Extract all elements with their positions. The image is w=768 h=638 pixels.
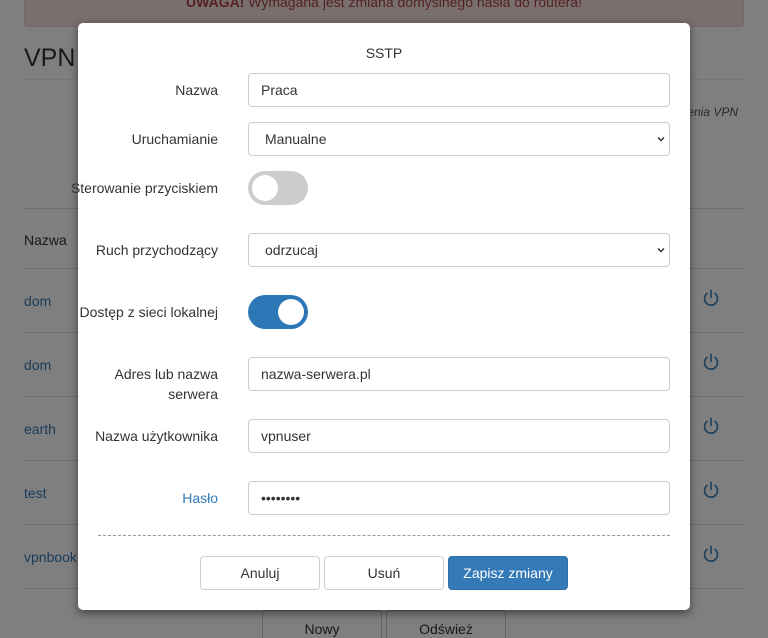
chevron-down-icon [657,136,665,142]
name-label: Nazwa [175,82,218,98]
incoming-select-value: odrzucaj [265,242,318,258]
dialog-title: SSTP [365,45,403,61]
startup-label: Uruchamianie [131,131,218,147]
footer-divider [98,535,670,536]
button-control-toggle[interactable] [248,171,308,205]
toggle-knob [278,299,304,325]
lan-access-toggle[interactable] [248,295,308,329]
startup-select[interactable]: Manualne [248,122,670,156]
toggle-knob [252,175,278,201]
button-control-label: Sterowanie przyciskiem [70,180,218,196]
server-input[interactable]: nazwa-serwera.pl [248,357,670,391]
delete-button[interactable]: Usuń [324,556,444,590]
password-label-link[interactable]: Hasło [68,488,218,508]
incoming-select[interactable]: odrzucaj [248,233,670,267]
username-input[interactable]: vpnuser [248,419,670,453]
name-input[interactable]: Praca [248,73,670,107]
server-label: Adres lub nazwa serwera [114,366,218,402]
cancel-button[interactable]: Anuluj [200,556,320,590]
chevron-down-icon [657,247,665,253]
username-label: Nazwa użytkownika [95,428,218,444]
sstp-edit-dialog: SSTP Nazwa Praca Uruchamianie Manualne S… [71,23,690,610]
startup-select-value: Manualne [265,131,327,147]
save-button[interactable]: Zapisz zmiany [448,556,568,590]
incoming-label: Ruch przychodzący [95,242,218,258]
password-input[interactable]: •••••••• [248,481,670,515]
dialog-footer: Anuluj Usuń Zapisz zmiany [200,556,568,590]
lan-access-label: Dostęp z sieci lokalnej [79,304,218,320]
